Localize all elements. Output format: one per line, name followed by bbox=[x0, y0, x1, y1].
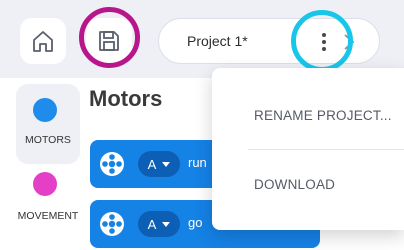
block-text: go bbox=[188, 215, 203, 230]
download-menu-item[interactable]: DOWNLOAD bbox=[254, 177, 335, 192]
category-label: MOTORS bbox=[25, 134, 71, 146]
movement-color-dot bbox=[33, 172, 57, 196]
home-button[interactable] bbox=[20, 18, 66, 64]
project-title-bar[interactable]: Project 1* bbox=[158, 18, 380, 64]
block-text: run bbox=[188, 155, 207, 170]
project-options-menu: RENAME PROJECT... DOWNLOAD bbox=[212, 68, 404, 230]
category-label: MOVEMENT bbox=[17, 210, 79, 222]
motor-icon bbox=[100, 212, 124, 236]
more-options-button[interactable] bbox=[314, 29, 334, 55]
menu-divider bbox=[248, 149, 404, 150]
top-bar: Project 1* bbox=[0, 0, 404, 78]
more-dot-icon bbox=[322, 40, 326, 44]
motor-port-dropdown[interactable]: A bbox=[138, 211, 180, 237]
motor-icon bbox=[100, 152, 124, 176]
motor-port-dropdown[interactable]: A bbox=[138, 151, 180, 177]
home-icon bbox=[33, 31, 53, 52]
motor-port-value: A bbox=[147, 156, 157, 172]
caret-down-icon bbox=[162, 221, 171, 227]
more-dot-icon bbox=[322, 47, 326, 51]
more-dot-icon bbox=[322, 33, 326, 37]
project-title: Project 1* bbox=[187, 33, 248, 49]
caret-down-icon bbox=[162, 161, 171, 167]
motor-port-value: A bbox=[147, 216, 157, 232]
category-motors[interactable]: MOTORS bbox=[16, 84, 80, 164]
category-movement[interactable]: MOVEMENT bbox=[16, 170, 80, 250]
save-icon bbox=[99, 31, 119, 51]
save-button[interactable] bbox=[86, 18, 132, 64]
motors-color-dot bbox=[33, 98, 57, 122]
chevron-right-icon[interactable] bbox=[341, 31, 357, 53]
palette-title: Motors bbox=[89, 86, 163, 111]
category-sidebar: MOTORS MOVEMENT bbox=[0, 78, 86, 243]
rename-project-menu-item[interactable]: RENAME PROJECT... bbox=[254, 108, 392, 123]
